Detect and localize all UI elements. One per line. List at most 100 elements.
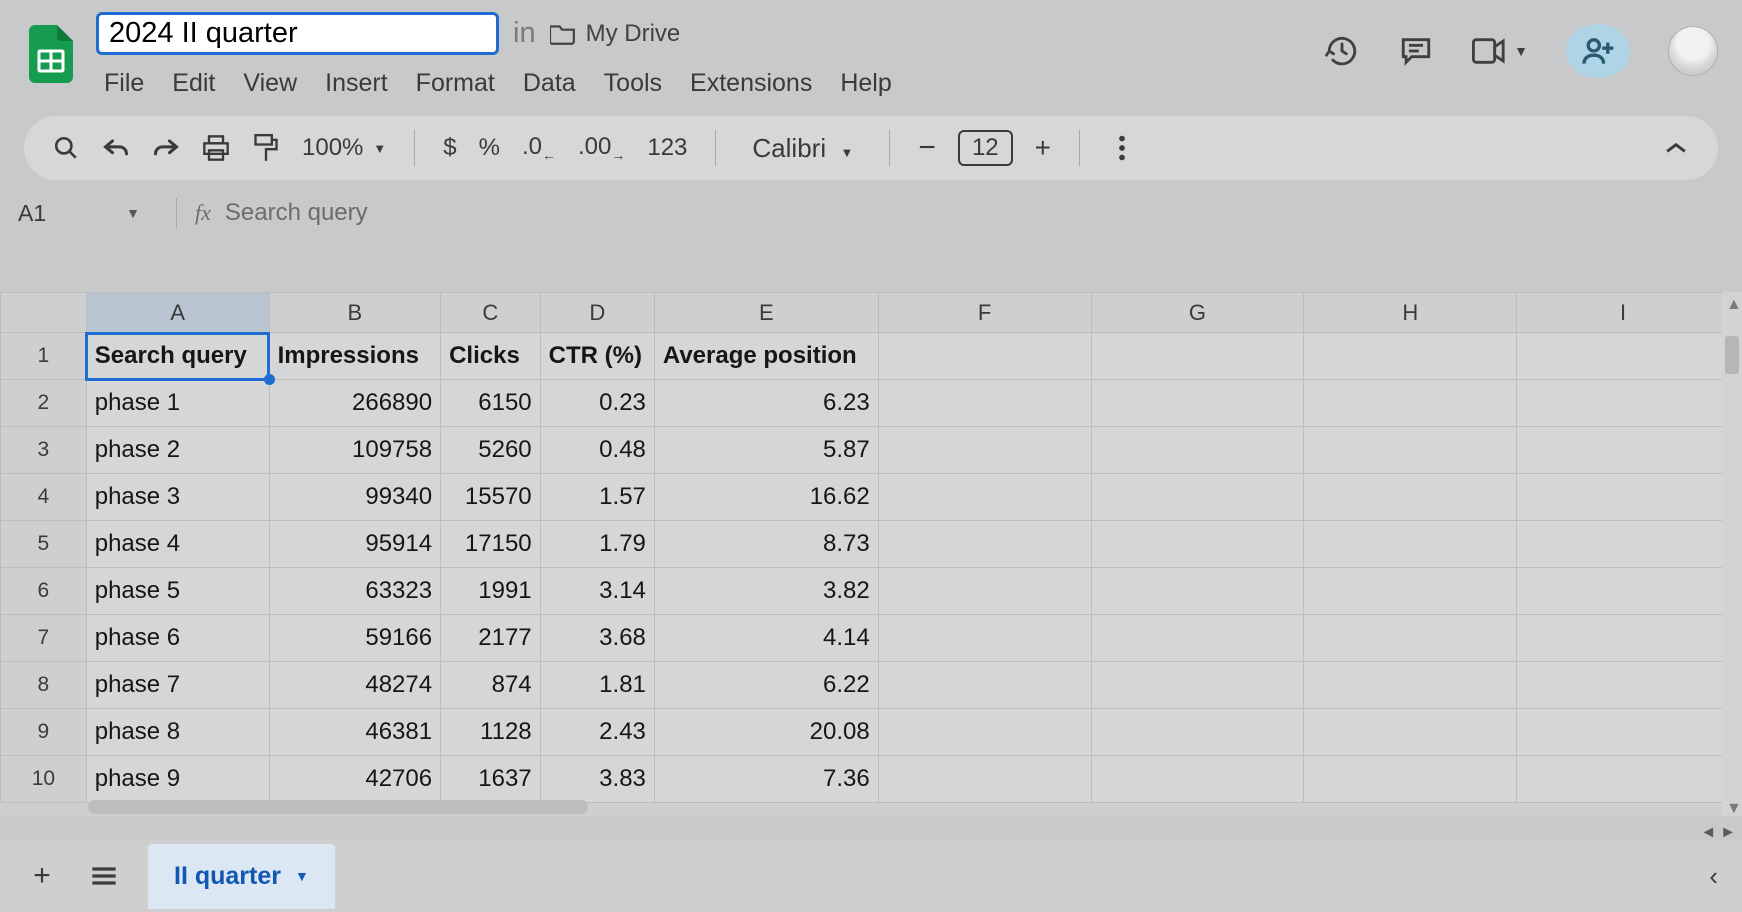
cell[interactable] xyxy=(878,427,1091,474)
undo-icon[interactable] xyxy=(102,134,130,162)
cell[interactable] xyxy=(1304,427,1517,474)
format-number-button[interactable]: 123 xyxy=(647,134,687,162)
cell[interactable] xyxy=(1091,756,1304,803)
cell[interactable]: phase 4 xyxy=(86,521,269,568)
increase-decimal-button[interactable]: .00→ xyxy=(578,133,625,163)
cell[interactable]: 1128 xyxy=(441,709,541,756)
horizontal-scrollbar[interactable] xyxy=(88,800,588,814)
cell[interactable]: 2.43 xyxy=(540,709,654,756)
cell[interactable] xyxy=(878,380,1091,427)
cell[interactable]: 15570 xyxy=(441,474,541,521)
cell[interactable] xyxy=(1091,380,1304,427)
cell[interactable] xyxy=(1304,568,1517,615)
column-header-H[interactable]: H xyxy=(1304,293,1517,333)
row-header[interactable]: 1 xyxy=(1,333,87,380)
menu-data[interactable]: Data xyxy=(523,69,576,98)
cell[interactable]: 1991 xyxy=(441,568,541,615)
more-icon[interactable] xyxy=(1108,134,1136,162)
column-header-C[interactable]: C xyxy=(441,293,541,333)
cell[interactable]: 63323 xyxy=(269,568,441,615)
cell[interactable] xyxy=(1517,521,1730,568)
row-header[interactable]: 8 xyxy=(1,662,87,709)
cell[interactable]: 1637 xyxy=(441,756,541,803)
cell[interactable] xyxy=(1091,615,1304,662)
cell[interactable]: 20.08 xyxy=(654,709,878,756)
cell[interactable]: 0.23 xyxy=(540,380,654,427)
formula-bar[interactable]: Search query xyxy=(225,199,368,227)
cell[interactable]: 7.36 xyxy=(654,756,878,803)
cell[interactable] xyxy=(1091,709,1304,756)
cell[interactable] xyxy=(878,333,1091,380)
sheets-logo[interactable] xyxy=(24,18,78,90)
cell[interactable] xyxy=(1091,662,1304,709)
add-sheet-button[interactable]: + xyxy=(24,858,60,894)
vertical-scrollbar[interactable] xyxy=(1725,336,1739,374)
cell[interactable]: 99340 xyxy=(269,474,441,521)
search-icon[interactable] xyxy=(52,134,80,162)
column-header-I[interactable]: I xyxy=(1517,293,1730,333)
cell[interactable]: Impressions xyxy=(269,333,441,380)
zoom-dropdown[interactable]: 100%▼ xyxy=(302,134,386,162)
cell[interactable]: phase 8 xyxy=(86,709,269,756)
menu-format[interactable]: Format xyxy=(416,69,495,98)
all-sheets-button[interactable] xyxy=(86,858,122,894)
cell[interactable]: phase 2 xyxy=(86,427,269,474)
cell[interactable]: 4.14 xyxy=(654,615,878,662)
print-icon[interactable] xyxy=(202,134,230,162)
redo-icon[interactable] xyxy=(152,134,180,162)
cell[interactable]: phase 7 xyxy=(86,662,269,709)
meet-button[interactable]: ▼ xyxy=(1472,38,1528,64)
collapse-toolbar-icon[interactable] xyxy=(1662,134,1690,162)
row-header[interactable]: 10 xyxy=(1,756,87,803)
cell[interactable] xyxy=(1517,380,1730,427)
cell[interactable]: CTR (%) xyxy=(540,333,654,380)
cell[interactable] xyxy=(1517,756,1730,803)
cell[interactable]: Average position xyxy=(654,333,878,380)
menu-edit[interactable]: Edit xyxy=(172,69,215,98)
cell[interactable] xyxy=(878,568,1091,615)
decrease-font-button[interactable]: − xyxy=(918,131,936,165)
cell[interactable]: 46381 xyxy=(269,709,441,756)
row-header[interactable]: 7 xyxy=(1,615,87,662)
cell[interactable] xyxy=(1304,709,1517,756)
cell[interactable]: phase 9 xyxy=(86,756,269,803)
cell[interactable]: 8.73 xyxy=(654,521,878,568)
row-header[interactable]: 2 xyxy=(1,380,87,427)
font-family-dropdown[interactable]: Calibri ▼ xyxy=(752,133,853,164)
cell[interactable]: 1.81 xyxy=(540,662,654,709)
column-header-G[interactable]: G xyxy=(1091,293,1304,333)
cell[interactable] xyxy=(1517,427,1730,474)
cell[interactable]: phase 1 xyxy=(86,380,269,427)
cell[interactable]: 3.14 xyxy=(540,568,654,615)
row-header[interactable]: 5 xyxy=(1,521,87,568)
history-icon[interactable] xyxy=(1324,33,1360,69)
column-header-A[interactable]: A xyxy=(86,293,269,333)
scroll-down-icon[interactable]: ▼ xyxy=(1726,800,1738,812)
cell[interactable]: 5.87 xyxy=(654,427,878,474)
menu-insert[interactable]: Insert xyxy=(325,69,388,98)
cell[interactable]: Search query xyxy=(86,333,269,380)
decrease-decimal-button[interactable]: .0← xyxy=(522,133,556,163)
cell[interactable]: 109758 xyxy=(269,427,441,474)
folder-location[interactable]: My Drive xyxy=(550,20,681,48)
row-header[interactable]: 4 xyxy=(1,474,87,521)
cell[interactable]: phase 6 xyxy=(86,615,269,662)
cell[interactable] xyxy=(878,756,1091,803)
cell[interactable] xyxy=(1517,662,1730,709)
cell[interactable] xyxy=(1304,615,1517,662)
paint-format-icon[interactable] xyxy=(252,134,280,162)
font-size-input[interactable]: 12 xyxy=(958,130,1013,166)
cell[interactable] xyxy=(878,474,1091,521)
row-header[interactable]: 9 xyxy=(1,709,87,756)
cell[interactable] xyxy=(1304,662,1517,709)
menu-extensions[interactable]: Extensions xyxy=(690,69,812,98)
cell[interactable]: phase 5 xyxy=(86,568,269,615)
row-header[interactable]: 6 xyxy=(1,568,87,615)
cell[interactable] xyxy=(1304,756,1517,803)
explore-collapse-icon[interactable]: ‹ xyxy=(1709,861,1718,892)
cell[interactable]: 95914 xyxy=(269,521,441,568)
cell[interactable]: 2177 xyxy=(441,615,541,662)
cell[interactable] xyxy=(1304,521,1517,568)
cell[interactable] xyxy=(878,615,1091,662)
column-header-E[interactable]: E xyxy=(654,293,878,333)
